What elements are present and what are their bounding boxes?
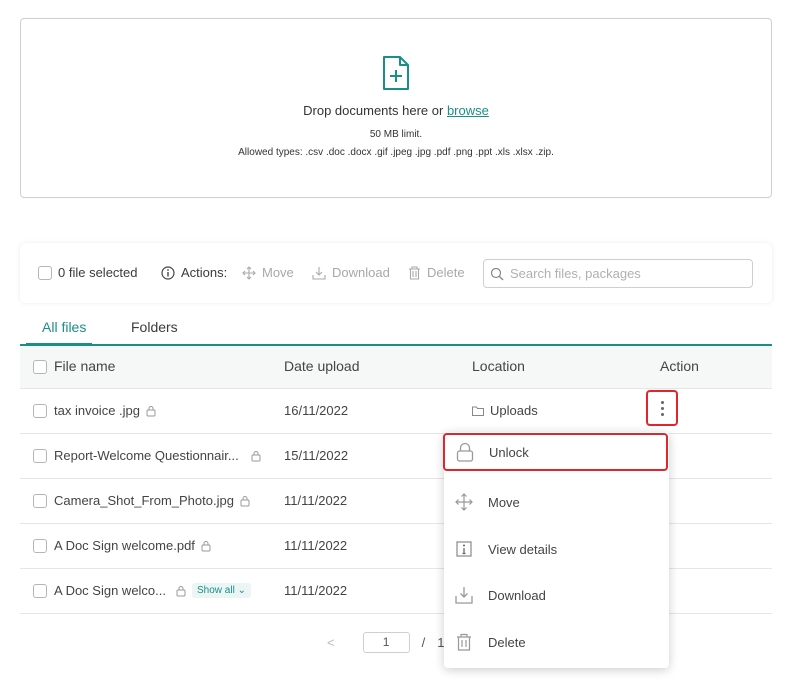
kebab-dot xyxy=(660,406,664,410)
row-checkbox[interactable] xyxy=(33,494,47,508)
file-add-icon xyxy=(383,56,409,90)
file-name[interactable]: Report-Welcome Questionnair... xyxy=(54,448,239,463)
date-cell: 11/11/2022 xyxy=(284,493,348,508)
table-header: File name Date upload Location Action xyxy=(20,346,772,389)
column-file-name[interactable]: File name xyxy=(54,358,115,374)
kebab-dot xyxy=(660,400,664,404)
menu-item-label: Download xyxy=(488,587,546,603)
row-checkbox[interactable] xyxy=(33,404,47,418)
move-button[interactable]: Move xyxy=(242,265,294,280)
browse-link[interactable]: browse xyxy=(447,103,489,118)
tab-folders[interactable]: Folders xyxy=(131,319,178,335)
info-icon xyxy=(161,265,175,280)
lock-icon xyxy=(240,495,250,506)
move-icon xyxy=(242,265,256,280)
location-cell: Uploads xyxy=(472,403,538,418)
row-checkbox[interactable] xyxy=(33,449,47,463)
download-icon xyxy=(454,585,474,605)
search-input[interactable] xyxy=(510,266,740,281)
download-label: Download xyxy=(332,265,390,280)
lock-icon xyxy=(176,585,186,596)
menu-item-label: Move xyxy=(488,494,520,510)
file-name[interactable]: Camera_Shot_From_Photo.jpg xyxy=(54,493,234,508)
row-actions-button[interactable] xyxy=(646,390,678,426)
download-icon xyxy=(312,266,326,280)
file-name[interactable]: tax invoice .jpg xyxy=(54,403,140,418)
location-name: Uploads xyxy=(490,403,538,418)
select-all-checkbox[interactable] xyxy=(38,265,52,280)
file-name-cell: Camera_Shot_From_Photo.jpg xyxy=(54,493,250,508)
date-cell: 15/11/2022 xyxy=(284,448,349,463)
file-toolbar: 0 file selected Actions: Move Download D… xyxy=(20,243,772,303)
kebab-dot xyxy=(660,412,664,416)
folder-icon xyxy=(472,406,484,416)
trash-icon xyxy=(409,265,420,280)
trash-icon xyxy=(454,632,474,652)
file-name-cell: A Doc Sign welco... Show all ⌄ xyxy=(54,583,251,598)
chevron-down-icon: ⌄ xyxy=(237,585,246,596)
search-icon xyxy=(490,267,504,280)
file-name-cell: tax invoice .jpg xyxy=(54,403,156,418)
size-limit: 50 MB limit. xyxy=(369,129,423,140)
lock-icon xyxy=(201,540,211,551)
menu-item-label: Unlock xyxy=(489,444,529,460)
menu-item-label: View details xyxy=(488,541,558,557)
menu-item-label: Delete xyxy=(488,634,526,650)
menu-item-unlock[interactable]: Unlock xyxy=(443,433,668,471)
page-separator: / xyxy=(421,635,426,650)
file-name[interactable]: A Doc Sign welcome.pdf xyxy=(54,538,195,553)
column-action: Action xyxy=(660,358,699,374)
delete-button[interactable]: Delete xyxy=(408,265,465,280)
pagination: < 1 / 1 xyxy=(327,632,444,653)
move-label: Move xyxy=(262,265,294,280)
page-number-input[interactable]: 1 xyxy=(362,632,410,653)
menu-item-download[interactable]: Download xyxy=(444,575,669,615)
download-button[interactable]: Download xyxy=(312,265,390,280)
header-checkbox[interactable] xyxy=(33,360,47,374)
row-context-menu: Unlock Move View details Download Delete xyxy=(443,432,669,668)
tab-all-files[interactable]: All files xyxy=(42,319,86,335)
file-name[interactable]: A Doc Sign welco... xyxy=(54,583,166,598)
row-checkbox[interactable] xyxy=(33,584,47,598)
show-all-badge[interactable]: Show all ⌄ xyxy=(192,583,251,598)
dropzone-instructions: Drop documents here or browse xyxy=(21,103,771,118)
select-all[interactable]: 0 file selected xyxy=(38,265,138,280)
selected-count: 0 file selected xyxy=(58,265,138,280)
drop-text: Drop documents here or xyxy=(303,103,447,118)
column-location: Location xyxy=(472,358,525,374)
delete-label: Delete xyxy=(427,265,465,280)
allowed-types: Allowed types: .csv .doc .docx .gif .jpe… xyxy=(238,147,554,158)
row-checkbox[interactable] xyxy=(33,539,47,553)
info-icon xyxy=(454,539,474,559)
show-all-label: Show all xyxy=(197,585,235,596)
lock-icon xyxy=(455,442,475,462)
file-name-cell: A Doc Sign welcome.pdf xyxy=(54,538,211,553)
file-name-cell: Report-Welcome Questionnair... xyxy=(54,448,261,463)
search-box[interactable] xyxy=(483,259,753,288)
menu-item-view-details[interactable]: View details xyxy=(444,529,669,569)
actions-label: Actions: xyxy=(161,265,227,280)
date-cell: 16/11/2022 xyxy=(284,403,349,418)
lock-icon xyxy=(251,450,261,461)
date-cell: 11/11/2022 xyxy=(284,538,348,553)
prev-page-button[interactable]: < xyxy=(327,635,335,650)
actions-text: Actions: xyxy=(181,265,228,280)
date-cell: 11/11/2022 xyxy=(284,583,348,598)
move-icon xyxy=(454,492,474,512)
menu-item-delete[interactable]: Delete xyxy=(444,622,669,662)
menu-item-move[interactable]: Move xyxy=(444,482,669,522)
file-tabs: All files Folders xyxy=(20,316,772,346)
upload-dropzone[interactable]: Drop documents here or browse 50 MB limi… xyxy=(20,18,772,198)
column-date-upload[interactable]: Date upload xyxy=(284,358,360,374)
lock-icon xyxy=(146,405,156,416)
